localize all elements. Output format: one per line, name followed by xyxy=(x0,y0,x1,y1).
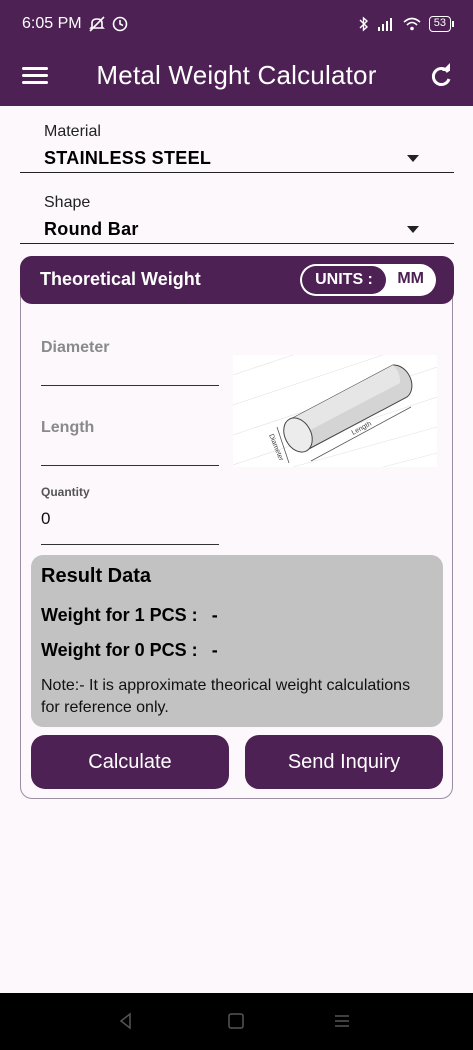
back-icon[interactable] xyxy=(116,1011,136,1031)
card-header: Theoretical Weight UNITS : MM xyxy=(20,256,454,304)
shape-label: Shape xyxy=(44,194,91,211)
length-label: Length xyxy=(41,419,95,436)
home-icon[interactable] xyxy=(226,1011,246,1031)
signal-icon xyxy=(377,18,392,31)
shape-value[interactable]: Round Bar xyxy=(44,219,139,240)
card-title: Theoretical Weight xyxy=(40,269,201,289)
no-alarm-icon xyxy=(88,16,105,32)
calculate-button[interactable]: Calculate xyxy=(31,735,229,789)
quantity-value[interactable]: 0 xyxy=(41,509,50,529)
app-bar: Metal Weight Calculator xyxy=(0,48,473,106)
system-nav-bar xyxy=(0,993,473,1050)
quantity-input[interactable] xyxy=(41,544,219,545)
diameter-label: Diameter xyxy=(41,339,110,356)
weight-1pcs-label: Weight for 1 PCS : xyxy=(41,605,198,625)
diameter-input[interactable] xyxy=(41,385,219,386)
clock-icon xyxy=(112,16,127,32)
weight-1pcs-row: Weight for 1 PCS :- xyxy=(41,605,218,626)
app-title: Metal Weight Calculator xyxy=(96,60,377,90)
shape-underline xyxy=(20,243,454,244)
result-title: Result Data xyxy=(41,565,152,587)
round-bar-diagram: Length Diameter xyxy=(232,354,438,468)
send-inquiry-button[interactable]: Send Inquiry xyxy=(245,735,443,789)
status-time: 6:05 PM xyxy=(22,15,82,32)
material-underline xyxy=(20,172,454,173)
battery-icon: 53 xyxy=(428,16,455,32)
theoretical-weight-card: Theoretical Weight UNITS : MM Diameter L… xyxy=(20,256,454,799)
units-label: UNITS : xyxy=(302,266,386,294)
shape-dropdown-arrow-icon[interactable] xyxy=(407,226,419,233)
material-dropdown-arrow-icon[interactable] xyxy=(407,155,419,162)
diagram-diameter-label: Diameter xyxy=(267,433,284,463)
wifi-icon xyxy=(403,17,421,31)
refresh-icon[interactable] xyxy=(427,62,455,90)
result-box: Result Data Weight for 1 PCS :- Weight f… xyxy=(31,555,443,727)
material-value[interactable]: STAINLESS STEEL xyxy=(44,148,211,169)
weight-1pcs-value: - xyxy=(211,605,218,625)
material-label: Material xyxy=(44,123,101,140)
result-note: Note:- It is approximate theorical weigh… xyxy=(41,677,411,716)
quantity-label: Quantity xyxy=(41,485,90,499)
units-toggle[interactable]: UNITS : MM xyxy=(300,264,436,296)
length-input[interactable] xyxy=(41,465,219,466)
recent-apps-icon[interactable] xyxy=(332,1011,352,1031)
weight-0pcs-value: - xyxy=(211,640,218,660)
status-bar: 6:05 PM 53 xyxy=(0,0,473,48)
weight-0pcs-label: Weight for 0 PCS : xyxy=(41,640,198,660)
units-value: MM xyxy=(397,270,424,287)
weight-0pcs-row: Weight for 0 PCS :- xyxy=(41,640,218,661)
bluetooth-icon xyxy=(359,16,368,32)
